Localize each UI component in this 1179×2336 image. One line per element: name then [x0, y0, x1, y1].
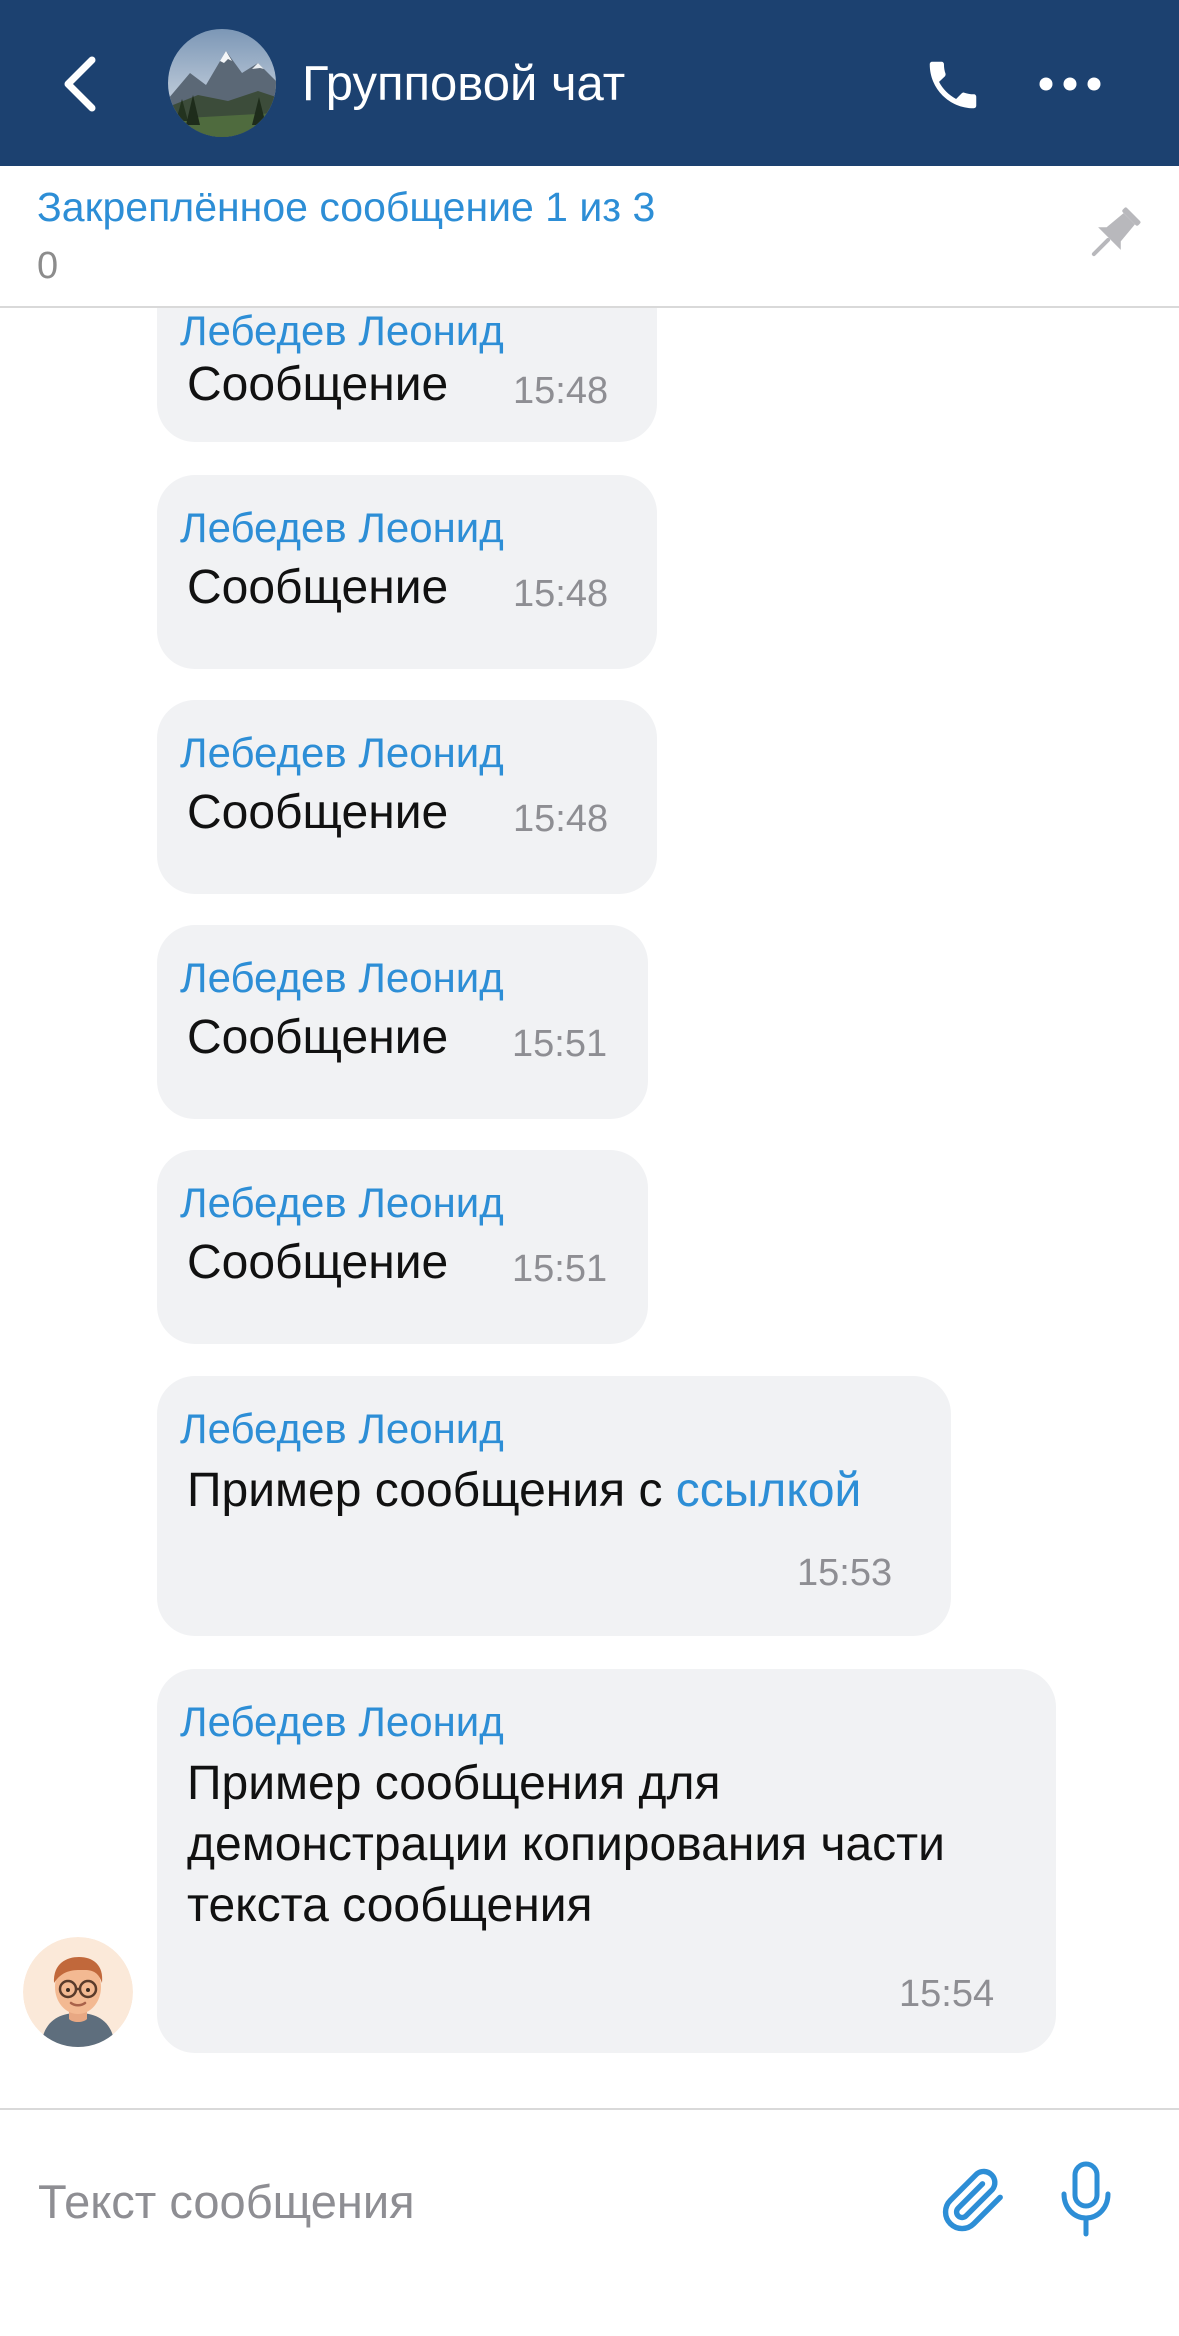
more-options-button[interactable]: [1030, 44, 1110, 124]
message-text: Пример сообщения для демонстрации копиро…: [187, 1757, 945, 1932]
avatar[interactable]: [23, 1937, 133, 2047]
message-time: 15:48: [513, 370, 609, 412]
mountain-landscape-avatar: [168, 29, 276, 137]
message-sender[interactable]: Лебедев Леонид: [180, 1697, 504, 1747]
message-text: Сообщение: [187, 1011, 449, 1064]
message-time: 15:54: [899, 1973, 995, 2015]
pinned-message-text: 0: [37, 245, 59, 287]
message-time: 15:48: [513, 798, 609, 840]
chat-header: Групповой чат: [0, 0, 1179, 166]
message-sender[interactable]: Лебедев Леонид: [180, 503, 504, 553]
message-bubble[interactable]: Лебедев Леонид Сообщение 15:51: [157, 1150, 648, 1344]
message-bubble[interactable]: Лебедев Леонид Пример сообщения с ссылко…: [157, 1376, 951, 1636]
chat-avatar[interactable]: [168, 29, 276, 137]
message-sender[interactable]: Лебедев Леонид: [180, 1178, 504, 1228]
ellipsis-icon: [1039, 77, 1101, 91]
message-time: 15:48: [513, 573, 609, 615]
pin-icon[interactable]: [1078, 200, 1148, 270]
attach-button[interactable]: [932, 2160, 1012, 2240]
message-time: 15:51: [512, 1248, 608, 1290]
message-sender[interactable]: Лебедев Леонид: [180, 728, 504, 778]
message-text: Сообщение: [187, 561, 449, 614]
message-bubble[interactable]: Лебедев Леонид Сообщение 15:48: [157, 475, 657, 669]
back-button[interactable]: [40, 44, 120, 124]
message-text: Пример сообщения с ссылкой: [187, 1460, 861, 1521]
message-input[interactable]: [36, 2160, 920, 2242]
user-avatar-illustration: [23, 1937, 133, 2047]
message-time: 15:51: [512, 1023, 608, 1065]
message-text: Сообщение: [187, 786, 449, 839]
message-text: Сообщение: [187, 358, 449, 411]
message-text-plain: Пример сообщения с: [187, 1464, 676, 1517]
call-button[interactable]: [908, 40, 998, 130]
message-bubble[interactable]: Лебедев Леонид Сообщение 15:51: [157, 925, 648, 1119]
message-sender[interactable]: Лебедев Леонид: [180, 308, 504, 356]
message-bubble[interactable]: Лебедев Леонид Сообщение 15:48: [157, 308, 657, 442]
microphone-icon: [1061, 2161, 1111, 2237]
chevron-left-icon: [64, 56, 96, 112]
message-list[interactable]: Лебедев Леонид Сообщение 15:48 Лебедев Л…: [0, 308, 1179, 2108]
microphone-button[interactable]: [1046, 2158, 1126, 2242]
pinned-message-title: Закреплённое сообщение 1 из 3: [37, 184, 656, 230]
chat-title[interactable]: Групповой чат: [302, 54, 625, 114]
phone-icon: [929, 61, 977, 109]
message-bubble[interactable]: Лебедев Леонид Сообщение 15:48: [157, 700, 657, 894]
message-time: 15:53: [797, 1552, 893, 1594]
message-sender[interactable]: Лебедев Леонид: [180, 953, 504, 1003]
message-link[interactable]: ссылкой: [676, 1464, 862, 1517]
message-text: Сообщение: [187, 1236, 449, 1289]
paperclip-icon: [942, 2168, 1003, 2232]
message-sender[interactable]: Лебедев Леонид: [180, 1404, 504, 1454]
message-bubble[interactable]: Лебедев Леонид Пример сообщения для демо…: [157, 1669, 1056, 2053]
